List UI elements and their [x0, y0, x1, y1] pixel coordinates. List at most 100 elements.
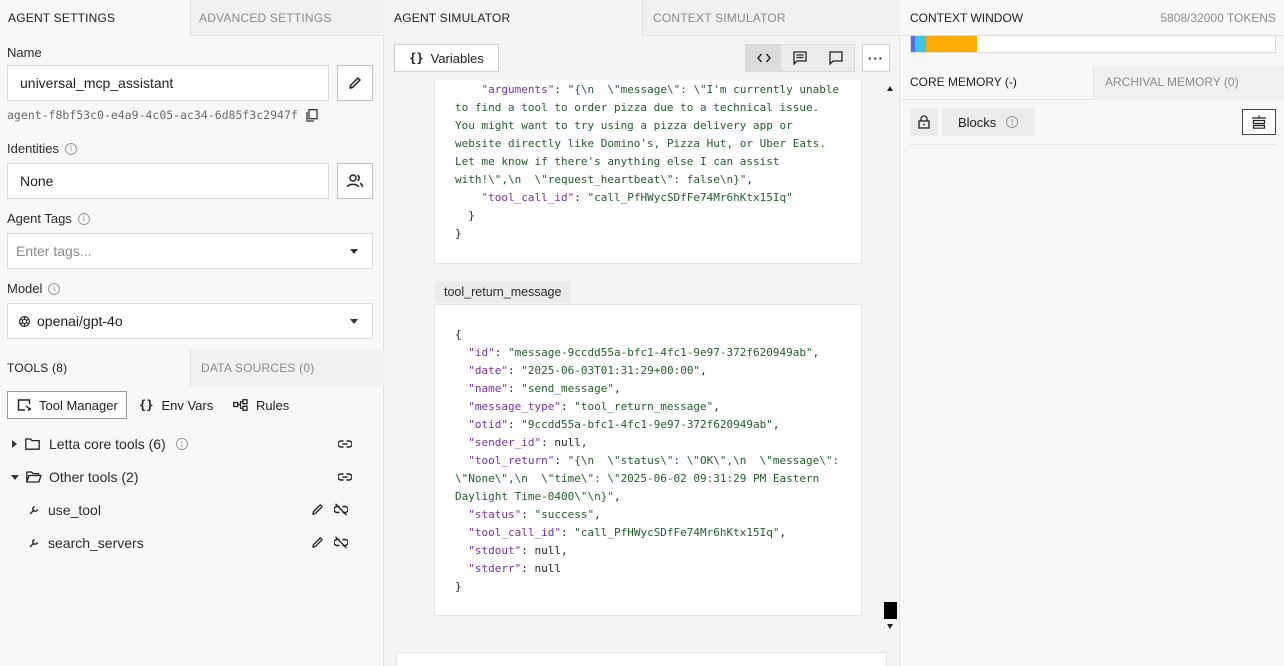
settings-tabbar: AGENT SETTINGS ADVANCED SETTINGS [0, 0, 384, 36]
info-icon: i [48, 282, 61, 295]
tool-manager-label: Tool Manager [39, 397, 118, 413]
chat-bubble-icon [829, 51, 843, 65]
scrollbar-thumb[interactable] [884, 602, 897, 619]
tab-advanced-settings[interactable]: ADVANCED SETTINGS [190, 0, 384, 36]
unlink-icon[interactable] [334, 536, 348, 549]
lock-icon [918, 115, 930, 129]
identities-label: Identities i [7, 141, 78, 156]
tab-context-simulator[interactable]: CONTEXT SIMULATOR [642, 0, 900, 36]
info-icon: i [77, 212, 90, 225]
edit-name-button[interactable] [337, 65, 373, 101]
simulator-tabbar: AGENT SIMULATOR CONTEXT SIMULATOR [384, 0, 900, 36]
chevron-down-icon [350, 249, 358, 254]
agent-tags-placeholder: Enter tags... [16, 243, 92, 259]
scroll-down-arrow[interactable] [887, 624, 893, 629]
context-window-header: CONTEXT WINDOW 5808/32000 TOKENS [900, 0, 1284, 36]
pencil-icon[interactable] [311, 536, 324, 549]
rules-label: Rules [256, 397, 290, 413]
token-segment-messages [926, 36, 977, 52]
variables-label: Variables [430, 50, 484, 66]
tab-data-sources[interactable]: DATA SOURCES (0) [190, 350, 384, 386]
info-icon: i [175, 438, 188, 450]
token-usage-fill [911, 36, 977, 52]
name-label: Name [7, 45, 42, 60]
agent-simulator-panel: AGENT SIMULATOR CONTEXT SIMULATOR {} Var… [384, 0, 900, 666]
tool-return-code: { "id": "message-9ccdd55a-bfc1-4fc1-9e97… [455, 328, 840, 593]
tool-group-label: Other tools (2) [49, 469, 139, 485]
tab-archival-memory[interactable]: ARCHIVAL MEMORY (0) [1093, 66, 1284, 100]
info-icon: i [1006, 116, 1019, 128]
tool-return-message-card: { "id": "message-9ccdd55a-bfc1-4fc1-9e97… [434, 304, 862, 616]
lock-button[interactable] [910, 108, 938, 136]
pencil-icon[interactable] [311, 503, 324, 516]
scroll-up-arrow[interactable] [887, 86, 893, 91]
tool-group-actions [338, 438, 352, 450]
tool-actions [311, 503, 348, 516]
agent-name-field[interactable]: universal_mcp_assistant [7, 65, 329, 101]
model-select[interactable]: openai/gpt-4o [7, 303, 373, 339]
tab-agent-simulator[interactable]: AGENT SIMULATOR [384, 0, 642, 36]
variables-button[interactable]: {} Variables [394, 44, 499, 72]
tool-manager-button[interactable]: Tool Manager [7, 391, 127, 419]
agent-settings-panel: AGENT SETTINGS ADVANCED SETTINGS Name un… [0, 0, 384, 666]
rules-icon [233, 399, 248, 411]
context-window-title: CONTEXT WINDOW [910, 11, 1024, 25]
tool-label: use_tool [48, 502, 101, 518]
agent-id-row: agent-f8bf53c0-e4a9-4c05-ac34-6d85f3c294… [7, 108, 318, 122]
code-view-button[interactable] [746, 45, 782, 71]
more-options-button[interactable]: ··· [862, 44, 890, 72]
memory-tabbar: CORE MEMORY (-) ARCHIVAL MEMORY (0) [900, 66, 1284, 100]
layout-icon [1252, 115, 1266, 129]
link-icon[interactable] [338, 438, 352, 450]
blocks-label: Blocks [958, 114, 997, 130]
identities-field: None [7, 163, 329, 199]
chevron-down-icon [350, 319, 358, 324]
blocks-button[interactable]: Blocks i [942, 108, 1035, 136]
tool-group-other[interactable]: Other tools (2) [8, 462, 368, 492]
tools-tabbar: TOOLS (8) DATA SOURCES (0) [0, 350, 384, 386]
tool-call-message-card: "arguments": "{\n \"message\": \"I'm cur… [434, 80, 862, 264]
tool-item-use-tool[interactable]: use_tool [8, 495, 368, 525]
tab-core-memory[interactable]: CORE MEMORY (-) [900, 66, 1093, 99]
message-input-area[interactable] [396, 652, 887, 666]
unlink-icon[interactable] [334, 503, 348, 516]
openai-logo-icon [19, 315, 30, 327]
chevron-right-icon [12, 440, 17, 448]
env-vars-label: Env Vars [161, 397, 214, 413]
manage-identities-button[interactable] [337, 163, 373, 199]
view-mode-toggle [745, 44, 855, 72]
tool-group-letta-core[interactable]: Letta core tools (6) i [8, 429, 368, 459]
users-icon [346, 174, 364, 188]
chat-view-button[interactable] [818, 45, 854, 71]
chevron-down-icon [11, 474, 19, 480]
rules-button[interactable]: Rules [233, 391, 289, 419]
formatted-view-button[interactable] [781, 45, 817, 71]
tool-call-code: "arguments": "{\n \"message\": \"I'm cur… [455, 83, 840, 240]
folder-open-icon [26, 471, 42, 483]
copy-icon[interactable] [306, 108, 318, 122]
code-icon [756, 53, 771, 63]
token-usage-bar [910, 35, 1276, 53]
link-icon[interactable] [338, 471, 352, 483]
model-label: Model i [7, 281, 61, 296]
agent-tags-input[interactable]: Enter tags... [7, 233, 373, 269]
folder-icon [25, 438, 40, 450]
tool-group-label: Letta core tools (6) [49, 436, 166, 452]
pencil-icon [349, 77, 361, 89]
tool-item-search-servers[interactable]: search_servers [8, 528, 368, 558]
layout-toggle-button[interactable] [1242, 109, 1276, 135]
tool-manager-icon [17, 399, 32, 411]
agent-tags-label: Agent Tags i [7, 211, 90, 226]
tool-actions [311, 536, 348, 549]
wrench-icon [29, 505, 39, 515]
divider [910, 144, 1276, 145]
token-segment-tools [915, 36, 926, 52]
model-value: openai/gpt-4o [37, 313, 123, 329]
tab-agent-settings[interactable]: AGENT SETTINGS [0, 0, 190, 36]
info-icon: i [65, 142, 78, 155]
wrench-icon [29, 538, 39, 548]
tab-tools[interactable]: TOOLS (8) [0, 350, 190, 386]
env-vars-button[interactable]: {} Env Vars [139, 391, 213, 419]
tool-label: search_servers [48, 535, 144, 551]
tool-group-actions [338, 471, 352, 483]
